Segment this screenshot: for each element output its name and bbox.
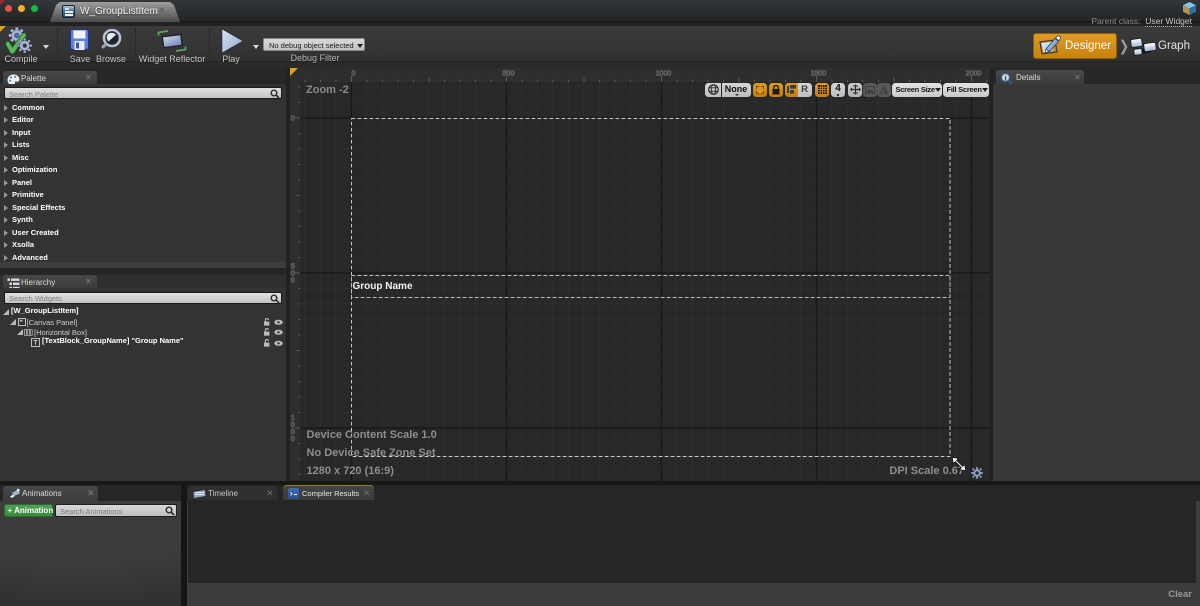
svg-text:0: 0 bbox=[291, 116, 295, 123]
svg-text:i: i bbox=[1004, 73, 1006, 82]
svg-text:0: 0 bbox=[352, 71, 356, 78]
svg-text:0: 0 bbox=[291, 271, 295, 278]
svg-text:0: 0 bbox=[291, 278, 295, 285]
svg-text:5: 5 bbox=[291, 264, 295, 271]
svg-text:0: 0 bbox=[291, 422, 295, 429]
svg-text:0: 0 bbox=[291, 436, 295, 443]
svg-text:500: 500 bbox=[503, 71, 515, 78]
svg-text:1000: 1000 bbox=[656, 71, 672, 78]
svg-text:1500: 1500 bbox=[811, 71, 827, 78]
svg-text:2000: 2000 bbox=[966, 71, 982, 78]
svg-text:1: 1 bbox=[291, 415, 295, 422]
svg-text:0: 0 bbox=[291, 429, 295, 436]
